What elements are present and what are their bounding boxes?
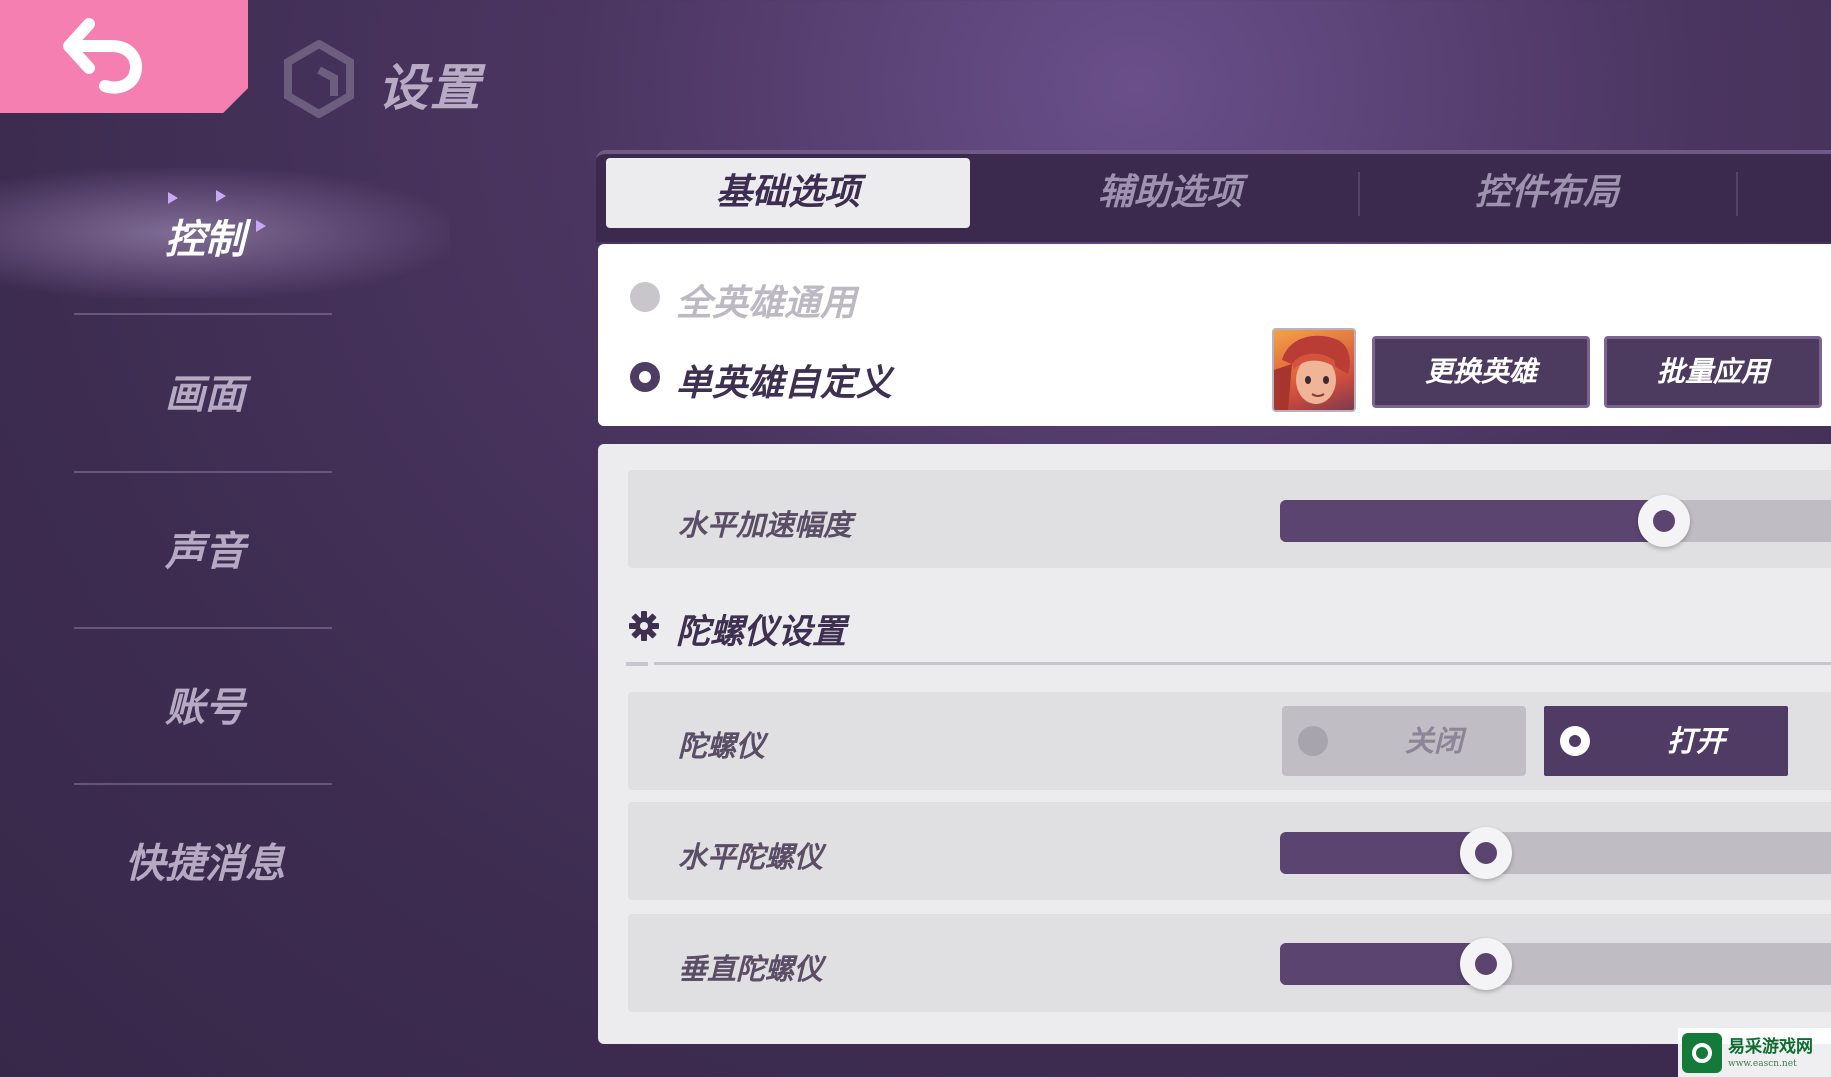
off-radio-dot [1298, 726, 1328, 756]
batch-apply-button[interactable]: 批量应用 [1604, 336, 1822, 408]
sidebar-item-account[interactable]: 账号 [60, 678, 350, 738]
horizontal-gyro-slider[interactable] [1280, 832, 1831, 874]
slider-fill [1280, 832, 1486, 874]
change-hero-button[interactable]: 更换英雄 [1372, 336, 1590, 408]
tab-basic-options[interactable]: 基础选项 [606, 158, 970, 228]
sidebar-divider [74, 313, 332, 315]
site-logo-icon [1682, 1032, 1722, 1073]
horizontal-accel-slider[interactable] [1280, 500, 1831, 542]
sparkle-icon [216, 190, 226, 202]
gyroscope-on-button[interactable]: 打开 [1544, 706, 1788, 776]
slider-fill [1280, 943, 1486, 985]
horizontal-accel-slider-knob[interactable] [1638, 495, 1690, 547]
tab-assist-options[interactable]: 辅助选项 [985, 158, 1355, 228]
tab-separator [1736, 172, 1738, 216]
sidebar-item-quick-message[interactable]: 快捷消息 [60, 834, 350, 894]
section-divider-tick [626, 662, 648, 666]
gyroscope-on-label: 打开 [1666, 724, 1725, 758]
watermark-url: www.eascn.net [1728, 1058, 1797, 1069]
sidebar-item-sound[interactable]: 声音 [60, 522, 350, 582]
radio-single-hero[interactable] [630, 362, 660, 392]
gyro-section-title: 陀螺仪设置 [676, 612, 846, 652]
sidebar-item-display[interactable]: 画面 [60, 365, 350, 425]
hero-portrait-icon [1274, 335, 1350, 410]
slider-fill [1280, 500, 1664, 542]
gyroscope-label: 陀螺仪 [678, 729, 766, 763]
sparkle-icon [168, 192, 178, 204]
cube-logo-icon [284, 40, 354, 118]
watermark-name: 易采游戏网 [1728, 1036, 1813, 1057]
horizontal-gyro-slider-knob[interactable] [1460, 827, 1512, 879]
site-watermark: 易采游戏网 www.eascn.net [1678, 1028, 1831, 1077]
radio-all-heroes[interactable] [630, 282, 660, 312]
vertical-gyro-label: 垂直陀螺仪 [678, 952, 824, 986]
mode-single-hero-label[interactable]: 单英雄自定义 [676, 354, 892, 406]
mode-all-heroes-label[interactable]: 全英雄通用 [676, 274, 856, 326]
vertical-gyro-slider-knob[interactable] [1460, 938, 1512, 990]
gyroscope-off-button[interactable]: 关闭 [1282, 706, 1526, 776]
on-radio-dot [1560, 726, 1590, 756]
horizontal-gyro-label: 水平陀螺仪 [678, 840, 824, 874]
back-button[interactable] [0, 0, 248, 113]
horizontal-accel-label: 水平加速幅度 [678, 508, 853, 542]
gear-icon [629, 611, 659, 641]
back-arrow-icon [63, 17, 142, 93]
vertical-gyro-slider[interactable] [1280, 943, 1831, 985]
section-divider [654, 662, 1831, 665]
tab-separator [1358, 172, 1360, 216]
sidebar-divider [74, 627, 332, 629]
gyroscope-off-label: 关闭 [1404, 724, 1463, 758]
page-title: 设置 [378, 59, 482, 117]
tab-control-layout[interactable]: 控件布局 [1362, 158, 1732, 228]
sidebar-divider [74, 783, 332, 785]
hero-avatar[interactable] [1272, 328, 1356, 412]
sidebar-item-control[interactable]: 控制 [60, 210, 350, 270]
sidebar-divider [74, 471, 332, 473]
